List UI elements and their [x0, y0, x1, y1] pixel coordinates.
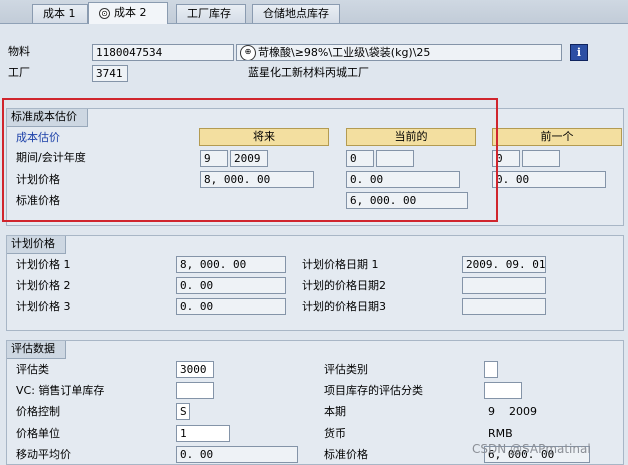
moving-average-price-field[interactable]: 0. 00	[176, 446, 298, 463]
planned-price-2-label: 计划价格 2	[16, 279, 71, 292]
tab-storage-location-stock[interactable]: 仓储地点库存	[252, 4, 340, 23]
price-unit-field[interactable]: 1	[176, 425, 230, 442]
section-title: 计划价格	[7, 236, 66, 254]
planned-price-3-field[interactable]: 0. 00	[176, 298, 286, 315]
material-label: 物料	[8, 45, 30, 58]
column-header-previous: 前一个	[492, 128, 622, 146]
tab-bar: 成本 1 ⊙ 成本 2 工厂库存 仓储地点库存	[0, 0, 628, 24]
planned-date-2-label: 计划的价格日期2	[302, 279, 386, 292]
valuation-class-label: 评估类	[16, 363, 49, 376]
valuation-class-field[interactable]: 3000	[176, 361, 214, 378]
price-control-field[interactable]: S	[176, 403, 190, 420]
tab-label: 工厂库存	[187, 7, 231, 20]
tab-plant-stock[interactable]: 工厂库存	[176, 4, 246, 23]
project-stock-valuation-label: 项目库存的评估分类	[324, 384, 423, 397]
planned-date-1-field[interactable]: 2009. 09. 01	[462, 256, 546, 273]
current-period-value: 9 2009	[488, 405, 537, 418]
planned-price-1-field[interactable]: 8, 000. 00	[176, 256, 286, 273]
tab-label: 成本 1	[43, 7, 76, 20]
planned-price-3-label: 计划价格 3	[16, 300, 71, 313]
tab-cost-2[interactable]: ⊙ 成本 2	[88, 2, 168, 24]
tab-cost-1[interactable]: 成本 1	[32, 4, 88, 23]
currency-value: RMB	[488, 427, 513, 440]
planned-date-3-field[interactable]	[462, 298, 546, 315]
material-description: 苛橡酸\≥98%\工业级\袋装(kg)\25	[258, 46, 431, 59]
planned-price-2-field[interactable]: 0. 00	[176, 277, 286, 294]
project-stock-valuation-field[interactable]	[484, 382, 522, 399]
display-icon: ⊙	[99, 7, 110, 19]
previous-planned-price-field[interactable]: 0. 00	[492, 171, 606, 188]
info-icon[interactable]: i	[570, 44, 588, 61]
plant-field[interactable]: 3741	[92, 65, 128, 82]
current-period-label: 本期	[324, 405, 346, 418]
material-description-field[interactable]: ⊕ 苛橡酸\≥98%\工业级\袋装(kg)\25	[236, 44, 562, 61]
price-control-label: 价格控制	[16, 405, 60, 418]
moving-average-price-label: 移动平均价	[16, 448, 71, 461]
planned-date-1-label: 计划价格日期 1	[302, 258, 379, 271]
planned-price-1-label: 计划价格 1	[16, 258, 71, 271]
plant-label: 工厂	[8, 66, 30, 79]
valuation-category-label: 评估类别	[324, 363, 368, 376]
watermark: CSDN @SAPmatinal	[472, 442, 591, 456]
material-number-field[interactable]: 1180047534	[92, 44, 234, 61]
price-unit-label: 价格单位	[16, 427, 60, 440]
highlight-box	[2, 98, 498, 222]
planned-date-2-field[interactable]	[462, 277, 546, 294]
planned-date-3-label: 计划的价格日期3	[302, 300, 386, 313]
vc-sales-order-stock-label: VC: 销售订单库存	[16, 384, 105, 397]
tab-label: 仓储地点库存	[263, 7, 329, 20]
plant-description: 蓝星化工新材料丙城工厂	[248, 66, 369, 79]
currency-label: 货币	[324, 427, 346, 440]
valuation-category-field[interactable]	[484, 361, 498, 378]
vc-sales-order-stock-field[interactable]	[176, 382, 214, 399]
standard-price-label: 标准价格	[324, 448, 368, 461]
material-type-icon: ⊕	[240, 45, 256, 60]
section-title: 评估数据	[7, 341, 66, 359]
tab-label: 成本 2	[114, 6, 147, 19]
previous-year-field[interactable]	[522, 150, 560, 167]
